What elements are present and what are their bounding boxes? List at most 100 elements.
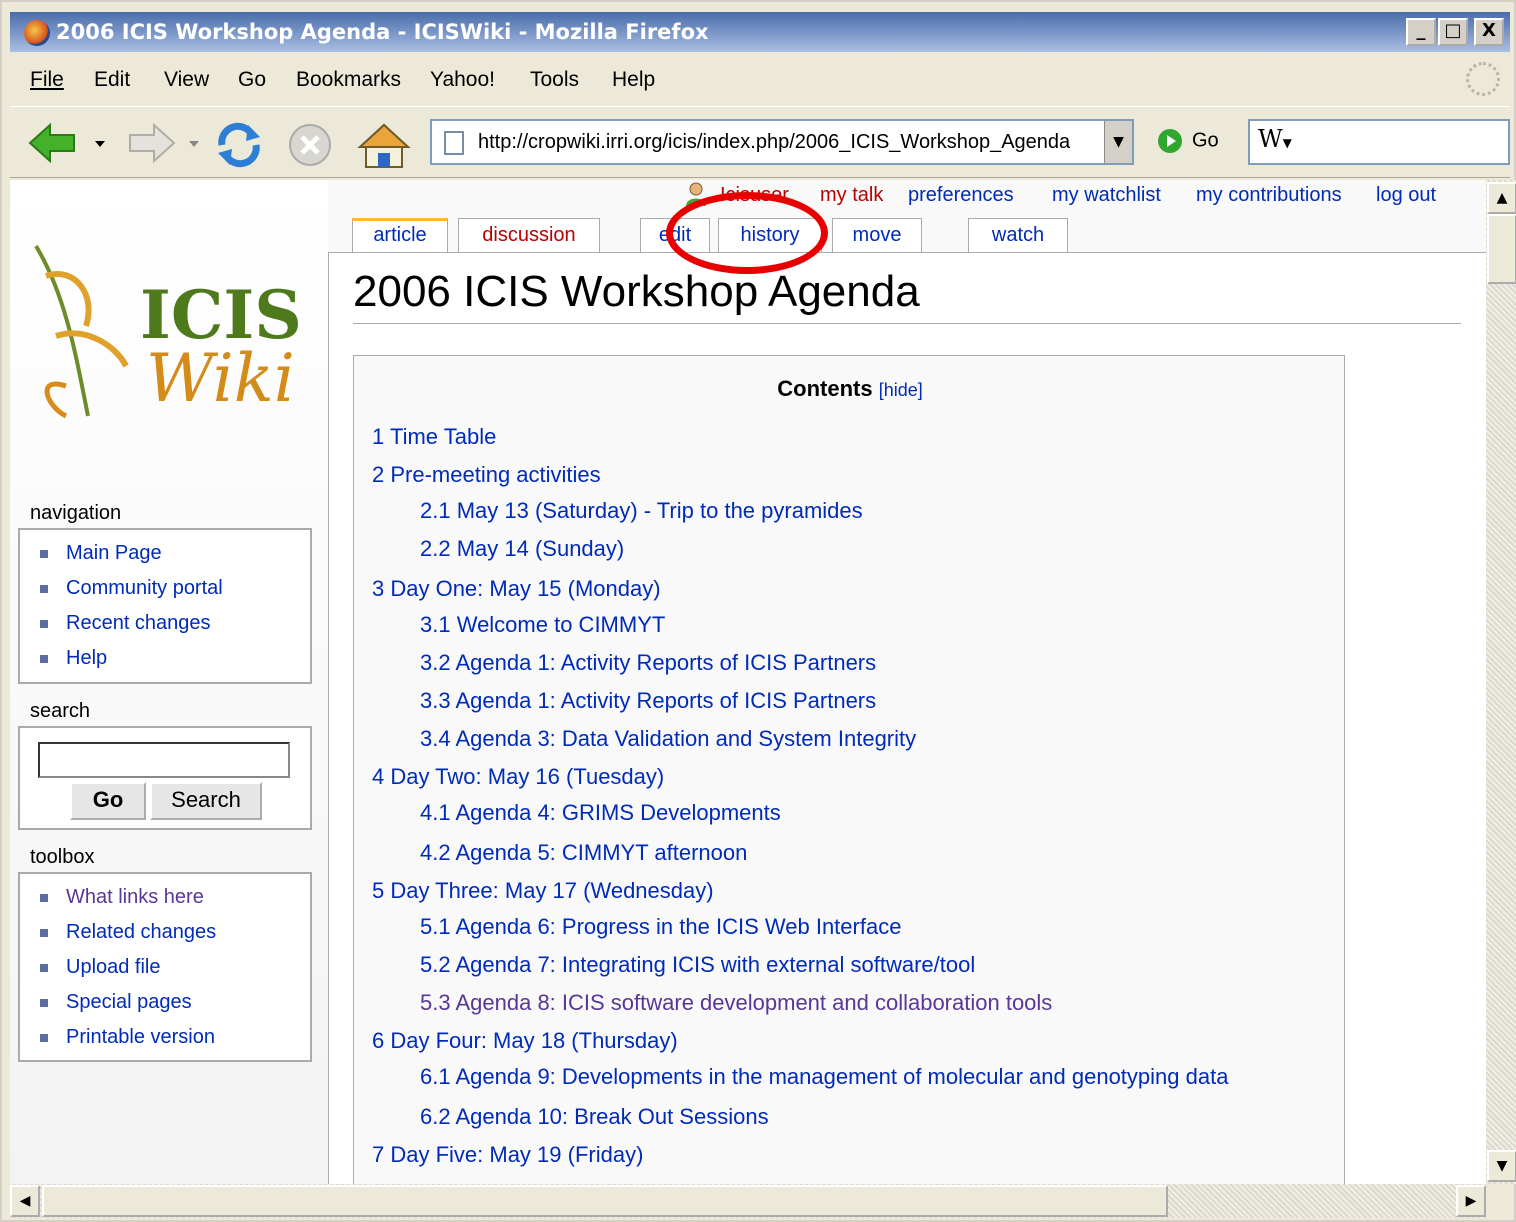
toolbox-upload-file[interactable]: Upload file xyxy=(40,950,310,985)
table-of-contents: Contents [hide] 1 Time Table 2 Pre-meeti… xyxy=(353,355,1345,1184)
menu-edit[interactable]: Edit xyxy=(94,68,130,92)
address-dropdown-button[interactable]: ▼ xyxy=(1104,121,1132,163)
toc-item[interactable]: 3.3 Agenda 1: Activity Reports of ICIS P… xyxy=(420,688,876,714)
toc-item[interactable]: 5 Day Three: May 17 (Wednesday) xyxy=(372,878,714,904)
toc-item[interactable]: 2 Pre-meeting activities xyxy=(372,462,601,488)
log-out-link[interactable]: log out xyxy=(1376,184,1436,207)
my-talk-link[interactable]: my talk xyxy=(820,184,883,207)
page-content: ICIS Wiki navigation Main Page Community… xyxy=(10,180,1486,1184)
go-icon xyxy=(1158,129,1182,153)
toc-item[interactable]: 5.2 Agenda 7: Integrating ICIS with exte… xyxy=(420,952,975,978)
nav-help[interactable]: Help xyxy=(40,641,310,676)
search-heading: search xyxy=(30,700,91,722)
go-button[interactable]: Go xyxy=(1158,129,1219,153)
title-bar[interactable]: 2006 ICIS Workshop Agenda - ICISWiki - M… xyxy=(10,12,1510,52)
nav-recent-changes[interactable]: Recent changes xyxy=(40,606,310,641)
home-icon[interactable] xyxy=(356,121,412,171)
window-title: 2006 ICIS Workshop Agenda - ICISWiki - M… xyxy=(56,20,709,44)
firefox-window: 2006 ICIS Workshop Agenda - ICISWiki - M… xyxy=(0,0,1516,1222)
menu-bar: File Edit View Go Bookmarks Yahoo! Tools… xyxy=(10,54,1510,104)
toolbox-what-links-here[interactable]: What links here xyxy=(40,880,310,915)
search-search-button[interactable]: Search xyxy=(150,782,262,820)
nav-community-portal[interactable]: Community portal xyxy=(40,571,310,606)
scroll-up-button[interactable]: ▲ xyxy=(1487,182,1516,214)
site-logo[interactable]: ICIS Wiki xyxy=(16,236,316,426)
go-label: Go xyxy=(1192,129,1219,152)
tab-discussion[interactable]: discussion xyxy=(458,218,600,252)
preferences-link[interactable]: preferences xyxy=(908,184,1014,207)
toc-item[interactable]: 4 Day Two: May 16 (Tuesday) xyxy=(372,764,664,790)
tab-article[interactable]: article xyxy=(352,218,448,252)
toc-item[interactable]: 6 Day Four: May 18 (Thursday) xyxy=(372,1028,678,1054)
page-title: 2006 ICIS Workshop Agenda xyxy=(353,267,920,316)
toolbox-related-changes[interactable]: Related changes xyxy=(40,915,310,950)
logo-text-wiki: Wiki xyxy=(146,340,295,417)
toc-item[interactable]: 5.1 Agenda 6: Progress in the ICIS Web I… xyxy=(420,914,901,940)
scroll-down-button[interactable]: ▼ xyxy=(1487,1150,1516,1182)
back-arrow-icon[interactable] xyxy=(26,121,82,165)
toc-item[interactable]: 4.2 Agenda 5: CIMMYT afternoon xyxy=(420,840,747,866)
back-dropdown-icon[interactable] xyxy=(92,121,108,165)
scroll-right-button[interactable]: ▶ xyxy=(1456,1185,1486,1217)
menu-view[interactable]: View xyxy=(164,68,209,92)
vertical-scrollbar[interactable]: ▲ ▼ xyxy=(1486,180,1516,1184)
my-contributions-link[interactable]: my contributions xyxy=(1196,184,1342,207)
toc-item[interactable]: 3 Day One: May 15 (Monday) xyxy=(372,576,661,602)
address-input[interactable]: http://cropwiki.irri.org/icis/index.php/… xyxy=(478,131,1084,154)
wikipedia-icon[interactable]: W xyxy=(1258,125,1283,153)
toc-item[interactable]: 2.2 May 14 (Sunday) xyxy=(420,536,624,562)
toc-item[interactable]: 3.4 Agenda 3: Data Validation and System… xyxy=(420,726,916,752)
address-bar[interactable]: http://cropwiki.irri.org/icis/index.php/… xyxy=(430,119,1134,165)
toc-item[interactable]: 4.1 Agenda 4: GRIMS Developments xyxy=(420,800,781,826)
article-body: 2006 ICIS Workshop Agenda Contents [hide… xyxy=(328,252,1486,1184)
scroll-left-button[interactable]: ◀ xyxy=(10,1185,40,1217)
toolbox-portlet: What links here Related changes Upload f… xyxy=(18,872,312,1062)
title-divider xyxy=(353,323,1461,324)
menu-tools[interactable]: Tools xyxy=(530,68,579,92)
toc-item[interactable]: 6.1 Agenda 9: Developments in the manage… xyxy=(420,1064,1228,1090)
close-button[interactable]: X xyxy=(1474,18,1504,46)
menu-file[interactable]: File xyxy=(30,68,64,92)
search-portlet: Go Search xyxy=(18,726,312,830)
toolbox-heading: toolbox xyxy=(30,846,95,868)
forward-arrow-icon[interactable] xyxy=(122,121,178,165)
tab-watch[interactable]: watch xyxy=(968,218,1068,252)
toc-item[interactable]: 6.2 Agenda 10: Break Out Sessions xyxy=(420,1104,769,1130)
toc-heading: Contents [hide] xyxy=(354,376,1346,402)
vertical-scroll-thumb[interactable] xyxy=(1487,214,1516,284)
search-go-button[interactable]: Go xyxy=(70,782,146,820)
toc-title: Contents xyxy=(777,376,873,401)
toolbox-special-pages[interactable]: Special pages xyxy=(40,985,310,1020)
toolbox-printable-version[interactable]: Printable version xyxy=(40,1020,310,1055)
reload-icon[interactable] xyxy=(212,121,266,169)
toc-item[interactable]: 5.3 Agenda 8: ICIS software development … xyxy=(420,990,1052,1016)
tab-move[interactable]: move xyxy=(832,218,922,252)
horizontal-scroll-thumb[interactable] xyxy=(42,1185,1168,1217)
minimize-button[interactable]: _ xyxy=(1406,18,1436,46)
throbber-icon xyxy=(1466,62,1500,96)
navigation-toolbar: http://cropwiki.irri.org/icis/index.php/… xyxy=(10,106,1510,178)
toc-item[interactable]: 3.1 Welcome to CIMMYT xyxy=(420,612,665,638)
toc-item[interactable]: 1 Time Table xyxy=(372,424,496,450)
horizontal-scrollbar[interactable]: ◀ ▶ xyxy=(10,1184,1486,1218)
page-icon xyxy=(444,131,464,155)
stop-icon[interactable] xyxy=(286,121,334,169)
my-watchlist-link[interactable]: my watchlist xyxy=(1052,184,1161,207)
search-input[interactable] xyxy=(38,742,290,778)
nav-main-page[interactable]: Main Page xyxy=(40,536,310,571)
logo-plant-icon xyxy=(34,244,129,419)
menu-yahoo[interactable]: Yahoo! xyxy=(430,68,495,92)
toc-item[interactable]: 3.2 Agenda 1: Activity Reports of ICIS P… xyxy=(420,650,876,676)
menu-help[interactable]: Help xyxy=(612,68,655,92)
history-highlight-circle xyxy=(666,192,828,274)
toc-hide-link[interactable]: [hide] xyxy=(879,380,923,400)
search-engine-dropdown-icon[interactable]: ▼ xyxy=(1283,136,1292,150)
menu-bookmarks[interactable]: Bookmarks xyxy=(296,68,401,92)
toc-item[interactable]: 2.1 May 13 (Saturday) - Trip to the pyra… xyxy=(420,498,863,524)
toc-item[interactable]: 7 Day Five: May 19 (Friday) xyxy=(372,1142,643,1168)
search-engine-box[interactable]: W▼ xyxy=(1248,119,1510,165)
forward-dropdown-icon[interactable] xyxy=(186,121,202,165)
menu-go[interactable]: Go xyxy=(238,68,266,92)
maximize-button[interactable]: □ xyxy=(1438,18,1468,46)
firefox-icon xyxy=(24,20,50,46)
